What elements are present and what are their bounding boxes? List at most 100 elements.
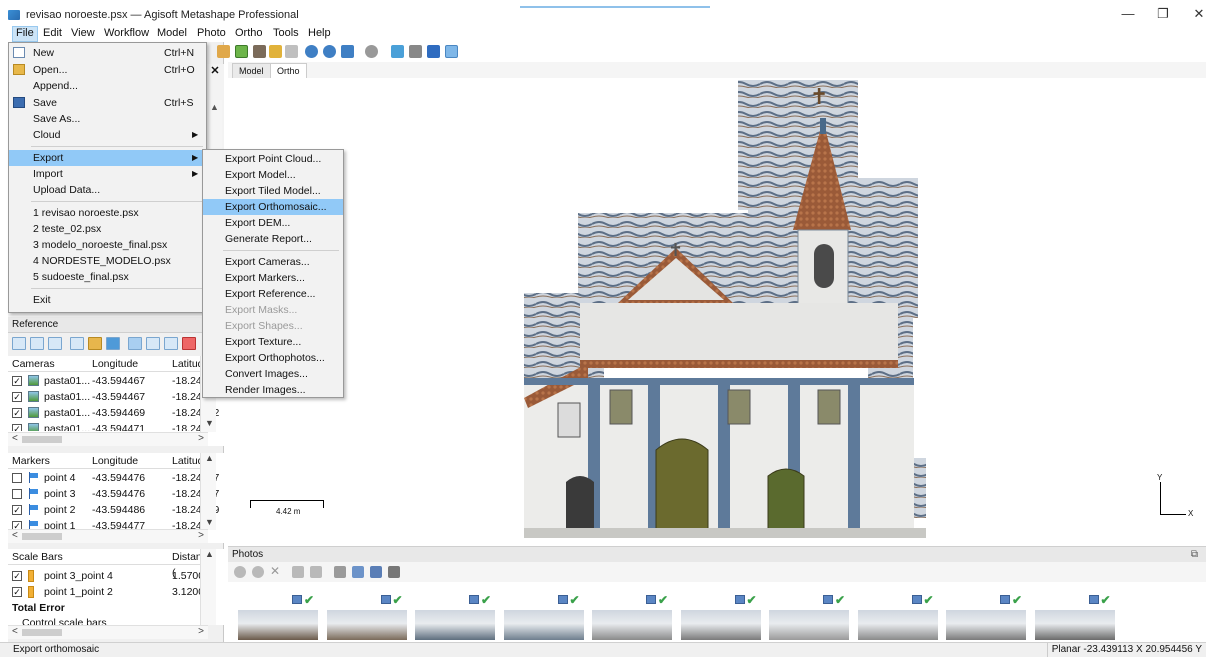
- update-icon[interactable]: [106, 337, 120, 350]
- menu-photo[interactable]: Photo: [194, 26, 229, 42]
- menu-view[interactable]: View: [68, 26, 98, 42]
- menu-edit[interactable]: Edit: [40, 26, 65, 42]
- menu-item-export-point-cloud[interactable]: Export Point Cloud...: [203, 151, 343, 167]
- scalebar-checkbox[interactable]: ✓: [12, 587, 22, 597]
- menu-item-save[interactable]: Save Ctrl+S: [9, 95, 206, 111]
- table-row[interactable]: ✓ point 1_point 2 3.120000: [8, 584, 216, 600]
- view-errors-icon[interactable]: [164, 337, 178, 350]
- table-row[interactable]: point 3 -43.594476 -18.24587: [8, 486, 219, 502]
- menu-ortho[interactable]: Ortho: [232, 26, 266, 42]
- export-icon[interactable]: [30, 337, 44, 350]
- markers-column-header[interactable]: Markers: [12, 453, 50, 469]
- menu-workflow[interactable]: Workflow: [101, 26, 152, 42]
- close-icon[interactable]: ✕: [208, 64, 222, 78]
- menu-item-recent-3[interactable]: 3 modelo_noroeste_final.psx: [9, 237, 206, 253]
- menu-tools[interactable]: Tools: [270, 26, 302, 42]
- photo-thumbnail[interactable]: [769, 610, 849, 640]
- marker-checkbox[interactable]: [12, 489, 22, 499]
- menu-model[interactable]: Model: [154, 26, 190, 42]
- menu-item-append[interactable]: Append...: [9, 78, 206, 94]
- camera-checkbox[interactable]: ✓: [12, 376, 22, 386]
- menu-item-export-cameras[interactable]: Export Cameras...: [203, 254, 343, 270]
- longitude-column-header[interactable]: Longitude: [92, 453, 138, 469]
- photo-thumbnail[interactable]: [503, 610, 584, 640]
- menu-item-import[interactable]: Import ▶: [9, 166, 206, 182]
- photo-thumbnail[interactable]: [238, 610, 318, 640]
- table-row[interactable]: ✓ point 2 -43.594486 -18.24589: [8, 502, 219, 518]
- table-row[interactable]: ✓ point 3_point 4 1.570000: [8, 568, 216, 584]
- texture-icon[interactable]: [269, 45, 282, 58]
- menu-item-export-model[interactable]: Export Model...: [203, 167, 343, 183]
- markers-vertical-scrollbar[interactable]: ▲ ▼: [200, 453, 216, 530]
- menu-item-upload-data[interactable]: Upload Data...: [9, 182, 206, 198]
- menu-item-save-as[interactable]: Save As...: [9, 111, 206, 127]
- menu-item-export[interactable]: Export ▶: [9, 150, 206, 166]
- convert-icon[interactable]: [48, 337, 62, 350]
- cameras-column-header[interactable]: Cameras: [12, 356, 55, 372]
- menu-file[interactable]: File: [12, 26, 38, 42]
- marker-checkbox[interactable]: ✓: [12, 521, 22, 529]
- menu-item-open[interactable]: Open... Ctrl+O: [9, 62, 206, 78]
- float-panel-icon[interactable]: ⧉: [1191, 547, 1198, 562]
- photo-thumbnail[interactable]: [592, 610, 672, 640]
- photo-thumbnail[interactable]: [946, 610, 1026, 640]
- camera-icon[interactable]: [409, 45, 422, 58]
- menu-item-export-dem[interactable]: Export DEM...: [203, 215, 343, 231]
- marker-flag-icon[interactable]: [427, 45, 440, 58]
- photo-thumbnail[interactable]: [415, 610, 495, 640]
- menu-item-exit[interactable]: Exit: [9, 292, 206, 308]
- close-button[interactable]: ✕: [1189, 6, 1206, 22]
- menu-item-render-images[interactable]: Render Images...: [203, 382, 343, 398]
- enable-camera-icon[interactable]: [234, 566, 246, 578]
- view-estimated-icon[interactable]: [146, 337, 160, 350]
- menu-item-recent-2[interactable]: 2 teste_02.psx: [9, 221, 206, 237]
- table-row[interactable]: ✓ pasta01... -43.594471 -18.24582: [8, 421, 208, 431]
- remove-icon[interactable]: [182, 337, 196, 350]
- table-row[interactable]: point 4 -43.594476 -18.24587: [8, 470, 219, 486]
- tab-ortho[interactable]: Ortho: [270, 63, 307, 78]
- remove-camera-icon[interactable]: ✕: [270, 565, 282, 578]
- pen-icon[interactable]: [253, 45, 266, 58]
- menu-item-cloud[interactable]: Cloud ▶: [9, 127, 206, 143]
- camera-checkbox[interactable]: ✓: [12, 392, 22, 402]
- select-icon[interactable]: [235, 45, 248, 58]
- camera-checkbox[interactable]: ✓: [12, 424, 22, 431]
- scalebars-vertical-scrollbar[interactable]: ▲: [200, 549, 216, 625]
- wand-icon[interactable]: [88, 337, 102, 350]
- ortho-viewport[interactable]: ✝ ✝: [228, 78, 1206, 542]
- maximize-button[interactable]: ❐: [1153, 6, 1173, 22]
- cameras-horizontal-scrollbar[interactable]: < >: [8, 432, 208, 446]
- zoom-out-icon[interactable]: [323, 45, 336, 58]
- scalebars-column-header[interactable]: Scale Bars: [12, 549, 63, 565]
- scalebars-horizontal-scrollbar[interactable]: < >: [8, 625, 208, 639]
- scalebar-checkbox[interactable]: ✓: [12, 571, 22, 581]
- menu-item-recent-1[interactable]: 1 revisao noroeste.psx: [9, 205, 206, 221]
- view-details-icon[interactable]: [370, 566, 382, 578]
- menu-item-new[interactable]: New Ctrl+N: [9, 45, 206, 61]
- image-icon[interactable]: [391, 45, 404, 58]
- view-source-icon[interactable]: [128, 337, 142, 350]
- photo-thumbnail[interactable]: [857, 610, 938, 640]
- photo-thumbnail[interactable]: [1034, 610, 1115, 640]
- brush-icon[interactable]: [217, 45, 230, 58]
- menu-item-recent-4[interactable]: 4 NORDESTE_MODELO.psx: [9, 253, 206, 269]
- table-row[interactable]: ✓ pasta01... -43.594469 -18.24582: [8, 405, 219, 421]
- menu-item-export-markers[interactable]: Export Markers...: [203, 270, 343, 286]
- table-row[interactable]: ✓ point 1 -43.594477 -18.24588: [8, 518, 208, 529]
- minimize-button[interactable]: —: [1118, 6, 1138, 22]
- zoom-in-icon[interactable]: [305, 45, 318, 58]
- scale-bar-icon[interactable]: [445, 45, 458, 58]
- menu-item-generate-report[interactable]: Generate Report...: [203, 231, 343, 247]
- photo-thumbnail[interactable]: [326, 610, 407, 640]
- photo-thumbnail[interactable]: [680, 610, 761, 640]
- move-icon[interactable]: [341, 45, 354, 58]
- longitude-column-header[interactable]: Longitude: [92, 356, 138, 372]
- disable-camera-icon[interactable]: [252, 566, 264, 578]
- menu-item-convert-images[interactable]: Convert Images...: [203, 366, 343, 382]
- menu-item-export-orthophotos[interactable]: Export Orthophotos...: [203, 350, 343, 366]
- import-icon[interactable]: [12, 337, 26, 350]
- marker-checkbox[interactable]: [12, 473, 22, 483]
- menu-item-export-tiled-model[interactable]: Export Tiled Model...: [203, 183, 343, 199]
- marker-checkbox[interactable]: ✓: [12, 505, 22, 515]
- menu-item-export-reference[interactable]: Export Reference...: [203, 286, 343, 302]
